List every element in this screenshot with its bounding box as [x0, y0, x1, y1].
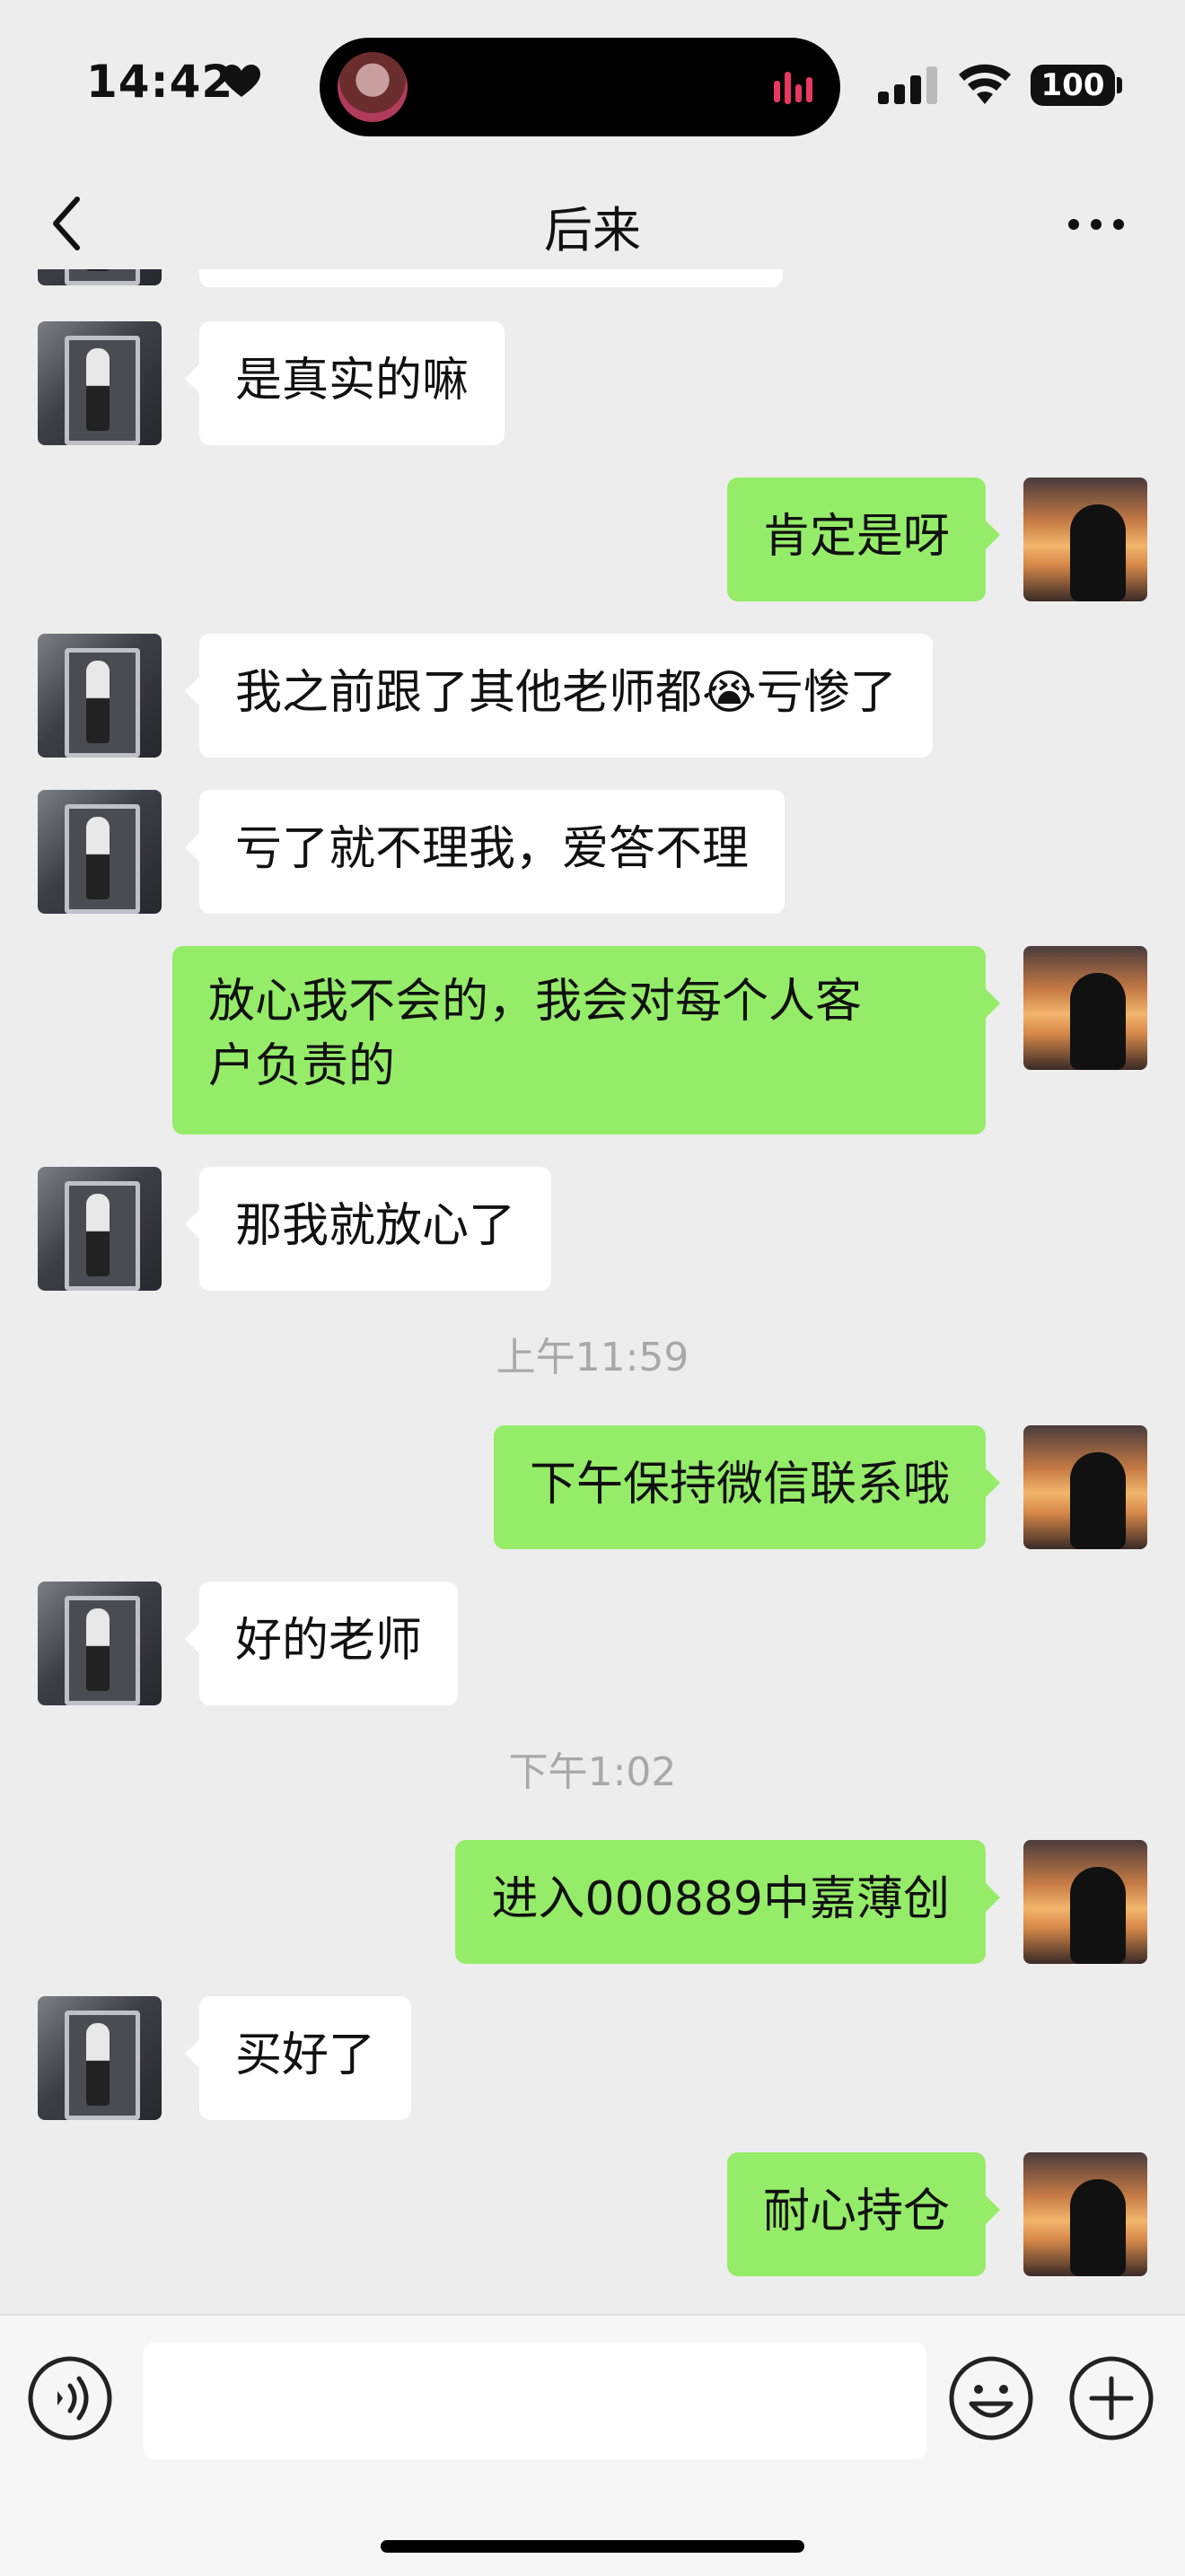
my-avatar[interactable] — [1023, 478, 1147, 601]
wifi-icon — [959, 64, 1011, 104]
message-bubble[interactable]: 好的老师 — [184, 1582, 459, 1705]
contact-avatar[interactable] — [38, 269, 162, 285]
contact-avatar[interactable] — [38, 1996, 162, 2120]
voice-icon[interactable] — [27, 2355, 113, 2441]
timestamp: 下午1:02 — [508, 1749, 677, 1795]
more-icon[interactable] — [1066, 215, 1126, 233]
message-input[interactable] — [144, 2343, 926, 2459]
message-bubble[interactable]: 下午保持微信联系哦 — [493, 1425, 1001, 1549]
contact-avatar[interactable] — [38, 790, 162, 914]
my-avatar[interactable] — [1023, 946, 1147, 1070]
message-list[interactable]: 是真实的嘛 肯定是呀 我之前跟了其他老师都😭亏惨了 亏了就不理我，爱答不理 放心… — [0, 269, 1185, 2316]
message-bubble[interactable]: 亏了就不理我，爱答不理 — [184, 790, 786, 914]
plus-icon[interactable] — [1068, 2355, 1154, 2441]
battery-cap — [1117, 77, 1122, 93]
cellular-signal-icon — [878, 66, 937, 104]
music-artwork-icon — [338, 52, 408, 122]
message-bubble[interactable]: 买好了 — [184, 1996, 412, 2120]
dynamic-island — [320, 38, 840, 136]
audio-wave-icon — [774, 72, 812, 104]
emoji-icon[interactable] — [948, 2355, 1034, 2441]
message-bubble-partial — [199, 269, 783, 287]
message-bubble[interactable]: 耐心持仓 — [726, 2152, 1001, 2276]
my-avatar[interactable] — [1023, 1840, 1147, 1964]
message-bubble[interactable]: 是真实的嘛 — [184, 321, 505, 445]
my-avatar[interactable] — [1023, 2152, 1147, 2276]
heart-icon — [223, 65, 260, 97]
input-bar — [0, 2314, 1185, 2576]
message-bubble[interactable]: 我之前跟了其他老师都😭亏惨了 — [185, 634, 933, 758]
my-avatar[interactable] — [1023, 1425, 1147, 1549]
contact-avatar[interactable] — [38, 1582, 162, 1705]
contact-avatar[interactable] — [38, 1167, 162, 1291]
home-indicator[interactable] — [381, 2540, 804, 2553]
status-time: 14:42 — [86, 56, 234, 108]
message-bubble[interactable]: 肯定是呀 — [726, 478, 1001, 601]
contact-avatar[interactable] — [38, 634, 162, 758]
chat-title: 后来 — [544, 202, 641, 258]
message-bubble[interactable]: 放心我不会的，我会对每个人客 户负责的 — [172, 946, 1000, 1135]
timestamp: 上午11:59 — [496, 1335, 689, 1380]
battery-indicator: 100 — [1031, 65, 1115, 106]
contact-avatar[interactable] — [38, 321, 162, 445]
message-bubble[interactable]: 进入000889中嘉薄创 — [455, 1840, 1000, 1964]
message-bubble[interactable]: 那我就放心了 — [184, 1167, 552, 1291]
